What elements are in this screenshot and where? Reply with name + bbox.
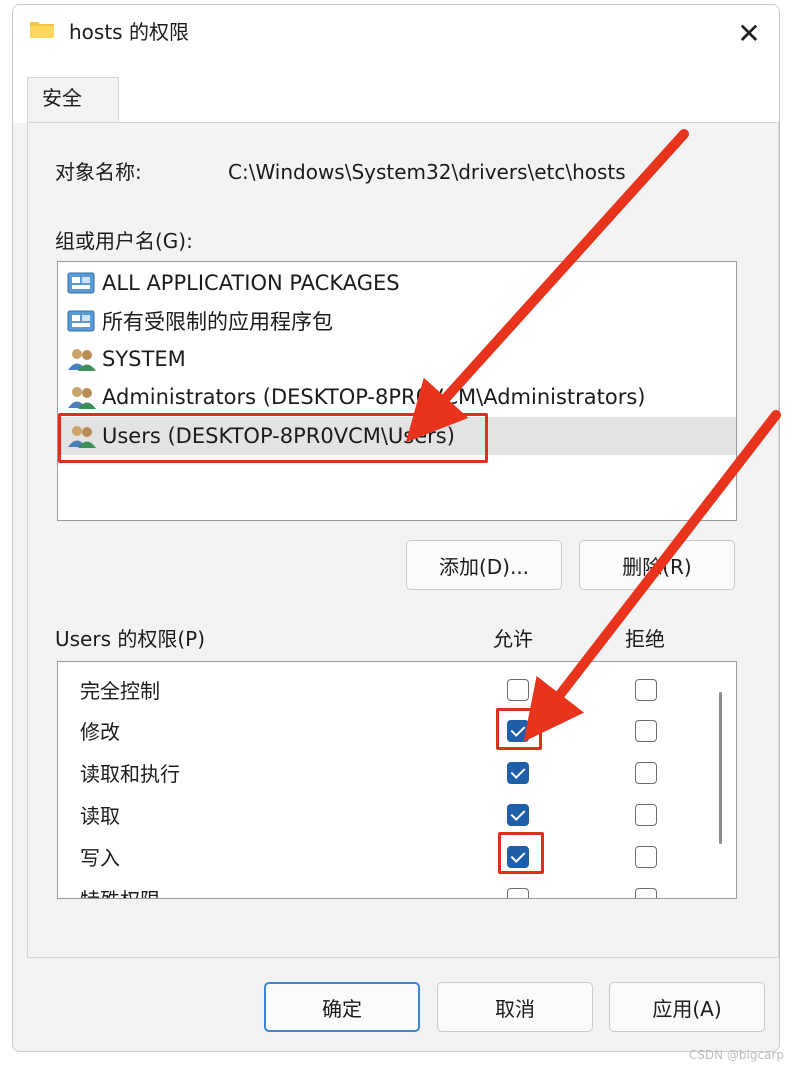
deny-checkbox[interactable]	[635, 762, 657, 784]
package-group-icon	[67, 272, 95, 294]
list-item-label: SYSTEM	[102, 347, 186, 371]
list-item-label: 所有受限制的应用程序包	[102, 310, 333, 334]
list-item[interactable]: ALL APPLICATION PACKAGES	[58, 264, 736, 302]
permission-name: 读取和执行	[80, 762, 180, 786]
permissions-label: Users 的权限(P)	[55, 627, 206, 651]
remove-button[interactable]: 删除(R)	[579, 540, 735, 590]
close-icon: ✕	[737, 16, 761, 50]
title-bar: hosts 的权限 ✕	[13, 5, 779, 61]
watermark: CSDN @bigcarp	[688, 1048, 784, 1062]
tab-strip: 安全	[13, 61, 779, 125]
permission-name: 修改	[80, 720, 120, 744]
permissions-dialog: hosts 的权限 ✕ 安全 对象名称: C:\Windows\System32…	[12, 4, 780, 1052]
security-tab-panel: 对象名称: C:\Windows\System32\drivers\etc\ho…	[27, 122, 779, 958]
allow-checkbox[interactable]	[507, 679, 529, 701]
list-item[interactable]: 所有受限制的应用程序包	[58, 302, 736, 340]
groups-label: 组或用户名(G):	[55, 229, 193, 253]
object-name-value: C:\Windows\System32\drivers\etc\hosts	[228, 160, 626, 184]
package-group-icon	[67, 310, 95, 332]
permission-name: 完全控制	[80, 679, 160, 703]
users-highlight-box	[58, 413, 488, 463]
permissions-table: 完全控制 修改 读取和执行 读取 写入 特殊权限	[57, 661, 737, 899]
allow-checkbox[interactable]	[507, 762, 529, 784]
cancel-button[interactable]: 取消	[437, 982, 593, 1032]
list-item[interactable]: Administrators (DESKTOP-8PR0VCM\Administ…	[58, 378, 736, 416]
write-highlight-box	[498, 832, 544, 874]
deny-column-header: 拒绝	[625, 627, 665, 651]
tab-security[interactable]: 安全	[27, 77, 119, 125]
deny-checkbox[interactable]	[635, 804, 657, 826]
ok-button[interactable]: 确定	[264, 982, 420, 1032]
dialog-footer: 确定 取消 应用(A)	[13, 958, 779, 1051]
list-item-label: ALL APPLICATION PACKAGES	[102, 271, 400, 295]
close-button[interactable]: ✕	[719, 5, 779, 61]
list-item[interactable]: SYSTEM	[58, 340, 736, 378]
permissions-scrollbar[interactable]	[719, 692, 722, 844]
deny-checkbox[interactable]	[635, 720, 657, 742]
allow-checkbox[interactable]	[507, 888, 529, 898]
users-group-icon	[68, 387, 96, 409]
add-button[interactable]: 添加(D)...	[406, 540, 562, 590]
users-group-icon	[68, 349, 96, 371]
list-item-label: Administrators (DESKTOP-8PR0VCM\Administ…	[102, 385, 646, 409]
group-user-list[interactable]: ALL APPLICATION PACKAGES 所有受限制的应用程序包 SYS…	[57, 261, 737, 521]
folder-icon	[30, 22, 54, 38]
modify-highlight-box	[496, 708, 542, 750]
permission-name: 写入	[80, 846, 120, 870]
allow-checkbox[interactable]	[507, 804, 529, 826]
deny-checkbox[interactable]	[635, 679, 657, 701]
deny-checkbox[interactable]	[635, 846, 657, 868]
object-name-label: 对象名称:	[55, 160, 142, 184]
deny-checkbox[interactable]	[635, 888, 657, 898]
permission-name: 特殊权限	[80, 887, 160, 898]
window-title: hosts 的权限	[69, 20, 189, 44]
apply-button[interactable]: 应用(A)	[609, 982, 765, 1032]
allow-column-header: 允许	[493, 627, 533, 651]
permission-name: 读取	[80, 804, 120, 828]
